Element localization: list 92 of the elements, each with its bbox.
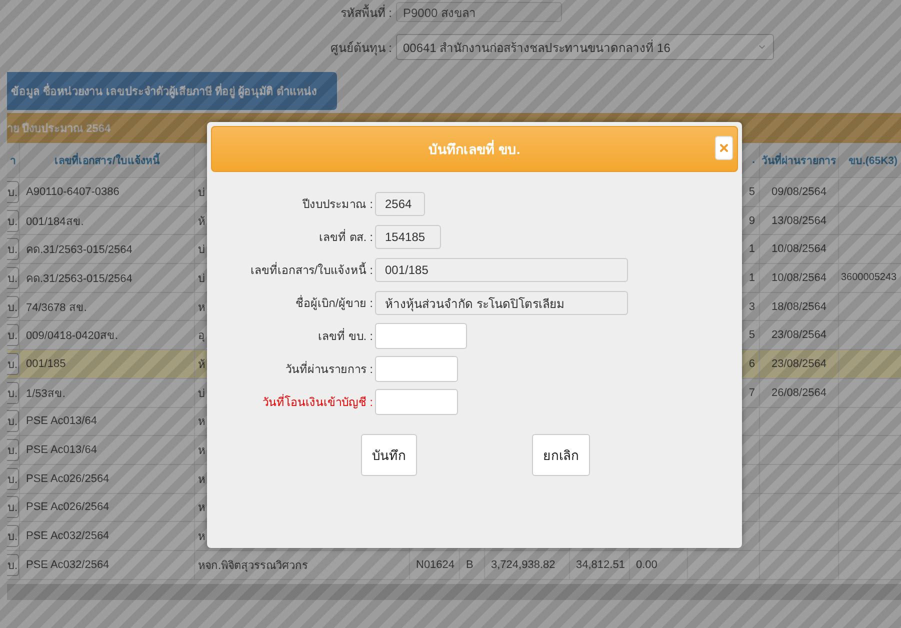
column-header: ขบ.(65K3) [839, 143, 901, 177]
cost-center-select[interactable]: 00641 สำนักงานก่อสร้างชลประทานขนาดกลางที่ 16 [396, 34, 774, 60]
table-cell-text: 009/0418-0420สข. [26, 329, 118, 344]
table-cell-text: ห [198, 300, 205, 316]
table-cell: 10/08/2564 [771, 272, 827, 284]
table-cell: PSE Ac013/64 [26, 444, 97, 456]
table-cell-text: ห้ [198, 214, 205, 230]
table-cell-text: คด.31/2563-015/2564 [26, 243, 132, 258]
table-cell: 13/08/2564 [771, 214, 827, 227]
column-header: า [7, 143, 20, 177]
row-action-button[interactable]: บ. [7, 554, 19, 576]
column-header: เลขที่เอกสาร/ใบแจ้งหนี้ [20, 143, 195, 177]
table-cell-text: ห [198, 530, 205, 546]
table-cell: 34,812.51 [576, 558, 625, 571]
row-action-button[interactable]: บ. [7, 324, 19, 346]
table-cell: 26/08/2564 [771, 386, 827, 399]
field-label: รหัสพื้นที่ : [339, 3, 393, 22]
table-cell-text: ห้ [198, 358, 205, 373]
table-cell-text: 001/184สข. [26, 214, 84, 230]
table-cell: 18/08/2564 [771, 300, 827, 313]
table-cell: 3 [748, 300, 755, 313]
row-action-button[interactable]: บ. [7, 210, 19, 232]
table-row[interactable]: บ. PSE Ac032/2564 หจก.พิจิตสุวรรณวิศวกร N01624 B 3,724,938.82 34,812.51 0.00 [7, 550, 901, 580]
field-label: วันที่ผ่านรายการ : [211, 360, 375, 378]
field-label: เลขที่ ตส. : [211, 228, 375, 246]
table-cell: PSE Ac026/2564 [26, 501, 110, 514]
row-action-button[interactable]: บ. [7, 525, 19, 548]
table-cell: 9 [748, 214, 755, 227]
table-cell-text: บ่ [198, 243, 205, 258]
table-cell-text: 74/3678 สข. [26, 300, 87, 316]
row-action-button[interactable]: บ. [7, 266, 19, 289]
table-cell: 0.00 [636, 558, 658, 571]
field-label: ชื่อผู้เบิก/ผู้ขาย : [211, 294, 375, 312]
input-field[interactable]: 154185 [375, 225, 441, 249]
table-cell-text: บ่ [198, 272, 205, 287]
input-field[interactable]: 2564 [375, 192, 425, 216]
field-label: เลขที่ ขบ. : [211, 327, 375, 345]
table-cell: 09/08/2564 [771, 186, 827, 198]
input-field[interactable] [375, 356, 458, 382]
area-code-field[interactable]: P9000 สงขลา [396, 2, 562, 22]
field-label: เลขที่เอกสาร/ใบแจ้งหนี้ : [211, 261, 375, 279]
table-cell: 10/08/2564 [771, 243, 827, 256]
table-cell: PSE Ac013/64 [26, 415, 97, 428]
input-field[interactable]: ห้างหุ้นส่วนจำกัด ระโนดปิโตรเลียม [375, 291, 628, 315]
row-action-button[interactable]: บ. [7, 439, 19, 462]
row-action-button[interactable]: บ. [7, 496, 19, 518]
table-cell-text: คด.31/2563-015/2564 [26, 272, 132, 287]
table-cell: 23/08/2564 [771, 358, 827, 370]
table-cell: N01624 [416, 558, 455, 571]
table-cell-text: 1/53สข. [26, 386, 66, 402]
row-action-button[interactable]: บ. [7, 180, 19, 203]
table-cell-text: อุ [198, 329, 205, 344]
row-action-button[interactable]: บ. [7, 468, 19, 490]
cancel-button[interactable]: ยกเลิก [532, 434, 590, 476]
table-cell-text: บ่ [198, 186, 205, 201]
field-label: ศูนย์ต้นทุน : [329, 40, 393, 56]
table-cell: PSE Ac032/2564 [26, 558, 110, 571]
close-icon [718, 142, 730, 154]
row-action-button[interactable]: บ. [7, 410, 19, 432]
table-cell: 23/08/2564 [771, 329, 827, 342]
table-cell: 6 [748, 358, 755, 370]
row-action-button[interactable]: บ. [7, 296, 19, 318]
table-cell-text: ห [198, 415, 205, 430]
field-label: วันที่โอนเงินเข้าบัญชี : [211, 393, 375, 411]
table-cell-text: หจก.พิจิตสุวรรณวิศวกร [198, 558, 308, 574]
field-label: ปีงบประมาณ : [301, 197, 374, 213]
table-cell: 3,724,938.82 [491, 558, 556, 571]
row-action-button[interactable]: บ. [7, 382, 19, 404]
table-cell: 3600005243 [841, 272, 897, 284]
table-cell: 7 [748, 386, 755, 399]
save-button[interactable]: บันทึก [361, 434, 417, 476]
input-field[interactable] [375, 389, 458, 415]
column-header: วันที่ผ่านรายการ [760, 143, 839, 177]
table-cell: B [466, 558, 474, 571]
table-cell: 5 [748, 186, 755, 198]
input-field[interactable]: 001/185 [375, 258, 628, 282]
table-cell-text: ห [198, 472, 205, 488]
table-cell-text: บ่ [198, 386, 205, 402]
close-button[interactable] [715, 136, 733, 160]
row-action-button[interactable]: บ. [7, 238, 19, 260]
table-cell: 001/185 [26, 358, 66, 370]
table-cell: PSE Ac032/2564 [26, 530, 110, 542]
info-tab-button[interactable]: ข้อมูล ชื่อหน่วยงาน เลขประจำตัวผู้เสียภาษี ที่อยู่ ผู้อนุมัติ ตำแหน่ง [7, 72, 337, 110]
row-action-button[interactable]: บ. [7, 352, 19, 375]
table-cell: 1 [748, 243, 755, 256]
table-cell-text: ห [198, 444, 205, 460]
input-field[interactable] [375, 323, 467, 349]
table-cell-text: ห [198, 501, 205, 516]
table-cell: 5 [748, 329, 755, 342]
table-cell: PSE Ac026/2564 [26, 472, 110, 485]
table-cell: 1 [748, 272, 755, 284]
table-cell: A90110-6407-0386 [26, 186, 120, 198]
